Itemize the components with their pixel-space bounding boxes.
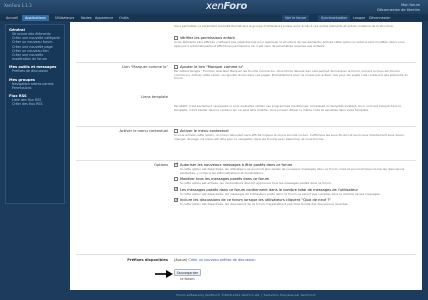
tab-appearance[interactable]: Apparence	[92, 15, 116, 21]
option-checkbox[interactable]	[174, 187, 178, 192]
tab-home[interactable]: Accueil	[3, 15, 21, 21]
tab-users[interactable]: Utilisateurs	[52, 15, 77, 21]
options-label: Options	[154, 163, 168, 167]
like-label: Lien "Marquer comme lu"	[122, 65, 168, 69]
header-user-area: Mon forum Déconnexion de Xentiim	[377, 3, 420, 13]
template-label: Liens template	[141, 95, 168, 99]
sidebar-section-tools: Mes outils et messages Prefixes de discu…	[6, 62, 64, 74]
option-checkbox[interactable]	[174, 162, 178, 167]
create-prefix-link[interactable]: Créer un nouveau préfixe de discussion	[188, 258, 255, 262]
perm-check-hint: Si les éléments plus affichés n'utilisen…	[174, 40, 405, 48]
option-whats-new: Inclure les discussions de ce forum lors…	[174, 198, 410, 207]
separator	[76, 62, 416, 63]
tab-applications[interactable]: Applications	[22, 15, 49, 21]
prefixes-value: (Aucun)	[174, 258, 188, 262]
sidebar-section-groups: Mes groupes Navigation arbres permis Per…	[6, 75, 64, 91]
xenforo-logo[interactable]: xenForo	[206, 1, 247, 12]
template-control: Facultatif. Il est seulement nécessaire …	[174, 104, 410, 112]
logout-link[interactable]: Déconnexion de Xentiim	[377, 8, 420, 13]
sidebar: Général Structure des éléments Créer une…	[5, 24, 65, 204]
options-control: Autoriser les nouveaux messages à être p…	[174, 162, 410, 207]
save-forum-button[interactable]: Sauvegarder le forum	[174, 269, 201, 281]
logout-tab[interactable]: Déconnexion	[366, 15, 394, 21]
version-label: XenForo 1.1.3	[4, 3, 32, 8]
option-checkbox[interactable]	[174, 198, 178, 202]
view-forum-link[interactable]: Voir le forum	[282, 15, 310, 21]
footer: Forum software by XenForo® ©2010-2012 Xe…	[176, 293, 316, 297]
sidebar-section-general: Général Structure des éléments Créer une…	[9, 28, 61, 62]
sync-link[interactable]: Synchronisation	[318, 15, 351, 21]
perm-checkbox[interactable]	[174, 35, 178, 40]
prefixes-control: (Aucun) Créer un nouveau préfixe de disc…	[174, 258, 410, 262]
option-count-messages: Les messages postés dans ce forum contie…	[174, 187, 410, 197]
separator	[76, 160, 416, 161]
ctx-hint: Si vous activez cette option, un menu dé…	[174, 133, 405, 141]
sidebar-item-rss-create[interactable]: Créer des flux RSS	[9, 102, 61, 106]
sidebar-item-create-moderator[interactable]: Créer une nouvelle modération de forum	[9, 53, 61, 61]
tab-tools[interactable]: Outils	[116, 15, 132, 21]
option-allow-posting: Autoriser les nouveaux messages à être p…	[174, 162, 410, 175]
separator	[76, 254, 416, 255]
like-hint: Par défaut Google : Fonction spéciale! M…	[174, 69, 408, 81]
pointer-arrow-icon	[155, 270, 173, 278]
like-control: Ajouter le lien "Marquer comme lu" Par d…	[174, 64, 410, 81]
main-tabs: Accueil Applications Utilisateurs Nodes …	[0, 14, 428, 21]
top-hint: Vous permettez ce paramètre souhaité Per…	[174, 24, 394, 28]
template-hint: Facultatif. Il est seulement nécessaire …	[174, 104, 401, 112]
separator	[76, 126, 416, 127]
forum-edit-form: Vous permettez ce paramètre souhaité Per…	[70, 22, 422, 290]
ctx-control: Activer le menu contextuel Si vous activ…	[174, 128, 410, 141]
ctx-checkbox[interactable]	[174, 128, 178, 133]
option-checkbox[interactable]	[174, 176, 178, 181]
admin-header: XenForo 1.1.3 xenForo Mon forum Déconnex…	[0, 0, 428, 14]
ctx-label: Activer le menu contextuel	[119, 129, 168, 133]
sidebar-item-prefixes[interactable]: Prefixes de discussion	[9, 69, 61, 73]
option-moderate: Modérer tous les messages postés dans ce…	[174, 176, 410, 186]
perm-check-row: Vérifiez les permissions enfant Si les é…	[174, 35, 410, 48]
sidebar-item-permissions[interactable]: Permissions	[9, 86, 61, 90]
sidebar-section-rss: Flux RSS Liste des flux RSS Créer des fl…	[6, 91, 64, 107]
prefixes-label: Préfixes disponibles	[127, 258, 168, 262]
like-checkbox[interactable]	[174, 64, 178, 69]
